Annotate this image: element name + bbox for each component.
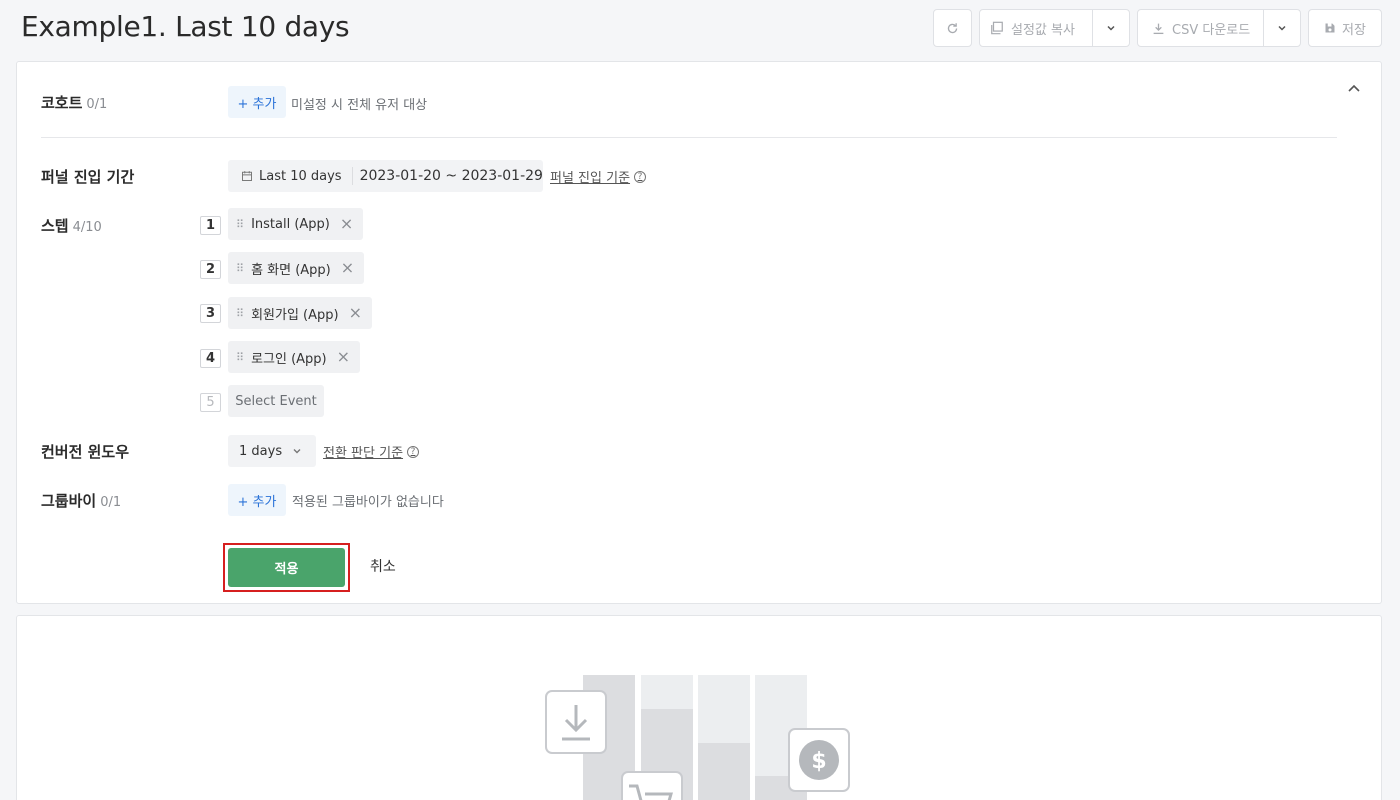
funnel-period-label: 퍼널 진입 기간 bbox=[41, 168, 135, 186]
copy-settings-button[interactable]: 설정값 복사 bbox=[980, 10, 1093, 46]
csv-download-button[interactable]: CSV 다운로드 bbox=[1138, 10, 1264, 46]
steps-title: 스텝 bbox=[41, 217, 69, 235]
csv-download-label: CSV 다운로드 bbox=[1172, 22, 1251, 38]
svg-text:$: $ bbox=[811, 749, 826, 774]
empty-result-panel: $ bbox=[16, 615, 1382, 800]
step-name: 홈 화면 (App) bbox=[251, 262, 331, 278]
step-chip-4[interactable]: ⠿ 로그인 (App) × bbox=[228, 341, 361, 373]
step-name: 회원가입 (App) bbox=[251, 307, 339, 323]
empty-state-illustration: $ bbox=[545, 675, 850, 800]
chevron-down-icon bbox=[1278, 25, 1286, 31]
save-label: 저장 bbox=[1342, 22, 1366, 38]
download-icon bbox=[1153, 23, 1164, 34]
help-icon[interactable]: ? bbox=[634, 170, 647, 183]
csv-download-dropdown[interactable] bbox=[1264, 10, 1300, 46]
date-range-picker[interactable]: Last 10 days 2023-01-20 ~ 2023-01-29 bbox=[228, 160, 543, 192]
group-by-count: 0/1 bbox=[100, 495, 122, 510]
copy-settings-label: 설정값 복사 bbox=[1011, 22, 1075, 38]
date-range-value: 2023-01-20 ~ 2023-01-29 bbox=[359, 168, 543, 184]
add-cohort-button[interactable]: + 추가 bbox=[228, 86, 286, 118]
step-number: 1 bbox=[200, 216, 221, 235]
close-icon[interactable]: × bbox=[337, 349, 350, 365]
csv-download-split-button: CSV 다운로드 bbox=[1137, 9, 1301, 47]
step-number: 2 bbox=[200, 260, 221, 279]
drag-handle-icon[interactable]: ⠿ bbox=[236, 307, 244, 320]
cohort-hint: 미설정 시 전체 유저 대상 bbox=[291, 98, 428, 113]
copy-settings-dropdown[interactable] bbox=[1093, 10, 1129, 46]
step-chip-2[interactable]: ⠿ 홈 화면 (App) × bbox=[228, 252, 365, 284]
step-chip-1[interactable]: ⠿ Install (App) × bbox=[228, 208, 364, 240]
select-event-button[interactable]: Select Event bbox=[228, 385, 324, 417]
refresh-button[interactable] bbox=[933, 9, 972, 47]
save-button[interactable]: 저장 bbox=[1308, 9, 1382, 47]
chevron-up-icon[interactable] bbox=[1345, 80, 1363, 98]
chevron-down-icon bbox=[1107, 25, 1115, 31]
drag-handle-icon[interactable]: ⠿ bbox=[236, 351, 244, 364]
conversion-window-value: 1 days bbox=[239, 443, 283, 459]
step-number: 4 bbox=[200, 349, 221, 368]
group-by-label: 그룹바이 0/1 bbox=[41, 490, 121, 511]
step-name: 로그인 (App) bbox=[251, 351, 327, 367]
refresh-icon bbox=[947, 22, 958, 33]
divider bbox=[41, 137, 1337, 138]
close-icon[interactable]: × bbox=[340, 216, 353, 232]
add-group-by-button[interactable]: + 추가 bbox=[228, 484, 286, 516]
cancel-button[interactable]: 취소 bbox=[370, 556, 396, 576]
step-name: Install (App) bbox=[251, 216, 330, 232]
group-by-hint: 적용된 그룹바이가 없습니다 bbox=[292, 495, 444, 510]
conversion-criteria-label: 전환 판단 기준 bbox=[323, 446, 404, 461]
drag-handle-icon[interactable]: ⠿ bbox=[236, 218, 244, 231]
apply-button[interactable]: 적용 bbox=[228, 548, 345, 587]
step-number: 3 bbox=[200, 304, 221, 323]
copy-settings-split-button: 설정값 복사 bbox=[979, 9, 1130, 47]
header: Example1. Last 10 days 설정값 복사 CSV 다운로드 저… bbox=[0, 0, 1400, 58]
drag-handle-icon[interactable]: ⠿ bbox=[236, 262, 244, 275]
cohort-count: 0/1 bbox=[86, 97, 108, 112]
funnel-entry-criteria-label: 퍼널 진입 기준 bbox=[550, 171, 631, 186]
funnel-settings-panel: 코호트 0/1 + 추가 미설정 시 전체 유저 대상 퍼널 진입 기간 Last… bbox=[16, 61, 1382, 604]
chevron-down-icon bbox=[293, 449, 301, 454]
page-title: Example1. Last 10 days bbox=[21, 10, 350, 43]
help-icon[interactable]: ? bbox=[407, 445, 420, 458]
step-number: 5 bbox=[200, 393, 221, 412]
calendar-icon bbox=[242, 171, 252, 181]
cohort-label: 코호트 0/1 bbox=[41, 92, 107, 113]
conversion-window-select[interactable]: 1 days bbox=[228, 435, 316, 467]
close-icon[interactable]: × bbox=[341, 260, 354, 276]
save-icon bbox=[1325, 23, 1335, 33]
steps-count: 4/10 bbox=[72, 220, 102, 235]
conversion-criteria-link[interactable]: 전환 판단 기준 ? bbox=[323, 442, 420, 461]
step-chip-3[interactable]: ⠿ 회원가입 (App) × bbox=[228, 297, 372, 329]
date-preset-label: Last 10 days bbox=[259, 168, 342, 184]
funnel-page: Example1. Last 10 days 설정값 복사 CSV 다운로드 저… bbox=[0, 0, 1400, 800]
conversion-window-label: 컨버전 윈도우 bbox=[41, 443, 130, 461]
copy-icon bbox=[991, 21, 1003, 35]
funnel-entry-criteria-link[interactable]: 퍼널 진입 기준 ? bbox=[550, 167, 647, 186]
close-icon[interactable]: × bbox=[349, 305, 362, 321]
apply-button-highlight: 적용 bbox=[223, 543, 350, 592]
group-by-title: 그룹바이 bbox=[41, 492, 97, 510]
steps-label: 스텝 4/10 bbox=[41, 215, 102, 236]
date-preset: Last 10 days bbox=[228, 167, 353, 185]
cohort-title: 코호트 bbox=[41, 94, 83, 112]
